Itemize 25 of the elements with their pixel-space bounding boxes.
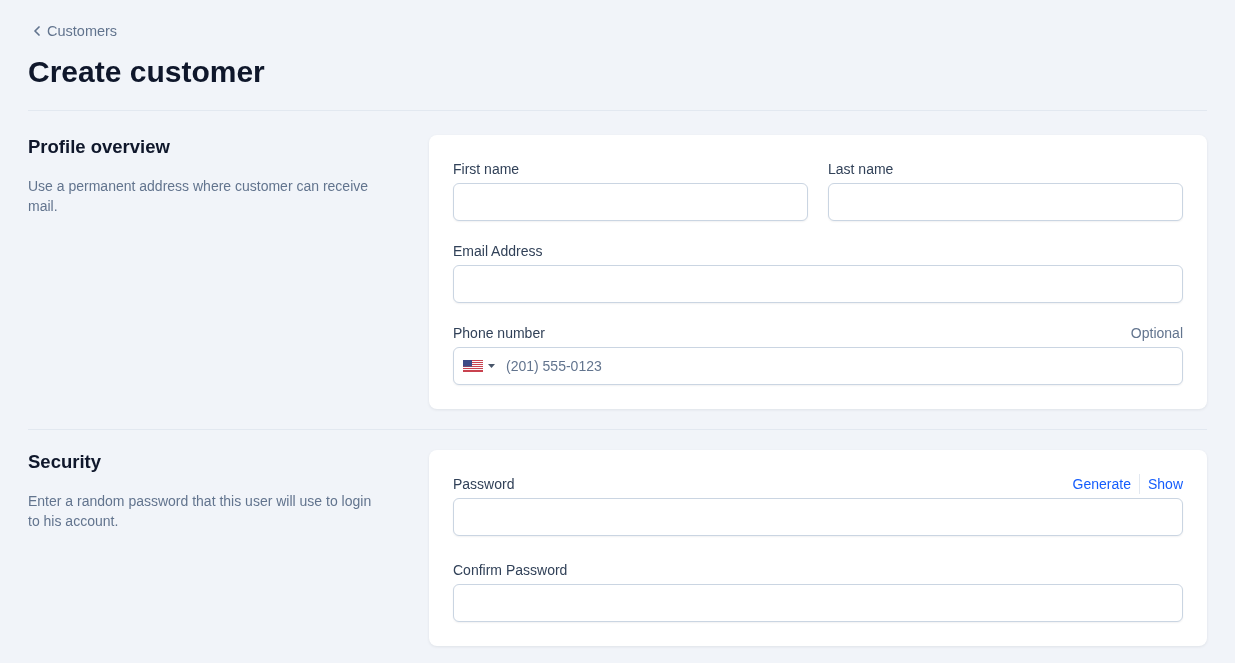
breadcrumb-link[interactable]: Customers bbox=[28, 21, 118, 41]
field-label: Confirm Password bbox=[453, 561, 568, 580]
text-input[interactable] bbox=[828, 183, 1183, 221]
section-description: Enter a random password that this user will use to login to his account. bbox=[28, 492, 373, 531]
phone-input[interactable]: (201) 555-0123 bbox=[453, 347, 1183, 385]
field-label: First name bbox=[453, 160, 520, 179]
password-input[interactable] bbox=[453, 584, 1183, 622]
text-input[interactable] bbox=[453, 183, 808, 221]
chevron-left-icon bbox=[34, 26, 40, 36]
password-input[interactable] bbox=[453, 498, 1183, 536]
password-action-link[interactable]: Generate bbox=[1072, 474, 1131, 494]
section-heading: Security bbox=[28, 450, 101, 474]
country-select[interactable] bbox=[463, 360, 495, 372]
flag-icon bbox=[463, 360, 483, 372]
field-label: Email Address bbox=[453, 242, 543, 261]
section-description: Use a permanent address where customer can receive mail. bbox=[28, 177, 370, 216]
optional-hint: Optional bbox=[1130, 324, 1183, 343]
field-label: Phone number bbox=[453, 324, 545, 343]
field-label: Last name bbox=[828, 160, 894, 179]
caret-down-icon bbox=[488, 364, 495, 368]
page-title: Create customer bbox=[28, 54, 265, 90]
section-heading: Profile overview bbox=[28, 135, 170, 159]
field-label: Password bbox=[453, 475, 515, 494]
password-action-link[interactable]: Show bbox=[1147, 474, 1183, 494]
text-input[interactable] bbox=[453, 265, 1183, 303]
